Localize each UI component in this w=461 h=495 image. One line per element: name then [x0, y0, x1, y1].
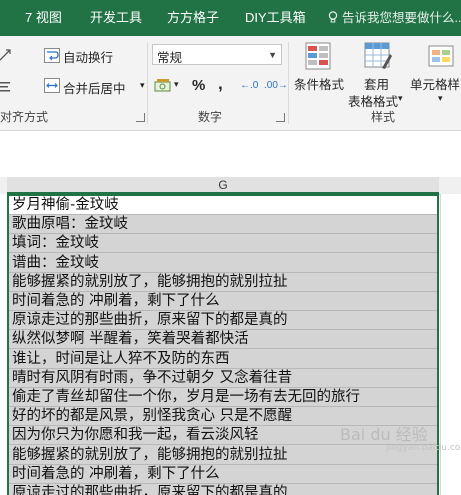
orientation-icon[interactable] — [0, 48, 14, 62]
cell[interactable]: 歌曲原唱：金玟岐 — [9, 215, 437, 235]
tell-me-text: 告诉我您想要做什么... — [342, 11, 461, 25]
divider — [147, 42, 148, 124]
wrap-text-button[interactable]: 自动换行 — [44, 46, 144, 66]
increase-decimal-button[interactable]: ←.0 — [240, 80, 258, 91]
tell-me-search[interactable]: 告诉我您想要做什么... — [328, 0, 461, 36]
accounting-format-button[interactable]: ▾ — [154, 76, 184, 96]
chevron-down-icon: ▾ — [398, 93, 403, 103]
merge-center-label: 合并后居中 — [63, 82, 126, 96]
wrap-text-label: 自动换行 — [63, 51, 114, 65]
chevron-down-icon: ▼ — [268, 50, 277, 60]
chevron-down-icon: ▾ — [438, 93, 443, 103]
watermark-sub: jingyan.baidu.com — [386, 443, 461, 453]
formula-bar-area — [0, 131, 461, 177]
merge-center-button[interactable]: 合并后居中 ▾ — [44, 76, 150, 96]
ribbon: 自动换行 合并后居中 ▾ 对齐方式 常规 ▼ ▾ % , ←.0 .00→ 数字 — [0, 36, 461, 131]
styles-group-label: 样式 — [371, 110, 396, 124]
wrap-text-icon — [44, 48, 60, 63]
comma-style-button[interactable]: , — [218, 74, 223, 94]
watermark-text: Bai du 经验 — [340, 425, 428, 444]
percent-style-button[interactable]: % — [192, 77, 205, 94]
cell[interactable]: 谁让，时间是让人猝不及防的东西 — [9, 350, 437, 369]
tab-view[interactable]: 7 视图 — [25, 0, 62, 36]
cell[interactable]: 时间着急的 冲刷着，剩下了什么 — [9, 292, 437, 311]
merge-dropdown-icon[interactable]: ▾ — [140, 80, 145, 91]
cell[interactable]: 纵然似梦啊 半醒着，笑着哭着都快活 — [9, 330, 437, 350]
conditional-formatting-icon — [305, 42, 331, 70]
tab-fangfang[interactable]: 方方格子 — [167, 0, 219, 36]
active-cell[interactable]: 岁月神偷-金玟岐 — [9, 196, 437, 215]
alignment-dialog-launcher-icon[interactable] — [136, 113, 145, 122]
column-header-g[interactable]: G — [7, 177, 439, 194]
lightbulb-icon — [328, 11, 338, 23]
divider — [288, 42, 289, 124]
cell[interactable]: 原谅走过的那些曲折，原来留下的都是真的 — [9, 484, 437, 495]
cell[interactable]: 时间着急的 冲刷着，剩下了什么 — [9, 465, 437, 484]
merge-cells-icon — [44, 78, 60, 93]
number-dialog-launcher-icon[interactable] — [276, 113, 285, 122]
accounting-dropdown-icon: ▾ — [174, 79, 179, 89]
align-icon[interactable] — [0, 80, 12, 94]
cell[interactable]: 谱曲：金玟岐 — [9, 254, 437, 273]
cell[interactable]: 原谅走过的那些曲折，原来留下的都是真的 — [9, 311, 437, 331]
decrease-decimal-button[interactable]: .00→ — [264, 80, 288, 91]
row-header-strip — [0, 194, 7, 495]
baidu-watermark: Bai du 经验 jingyan.baidu.com — [340, 421, 461, 453]
number-group-label: 数字 — [198, 110, 223, 124]
tab-developer[interactable]: 开发工具 — [90, 0, 142, 36]
alignment-group-label: 对齐方式 — [0, 110, 49, 124]
accounting-icon — [154, 79, 171, 92]
tab-diy-toolbox[interactable]: DIY工具箱 — [245, 0, 306, 36]
cell[interactable]: 填词：金玟岐 — [9, 234, 437, 254]
conditional-formatting-button[interactable]: 条件格式 — [292, 40, 346, 106]
cell-styles-button[interactable]: 单元格样 ▾ — [408, 40, 461, 106]
cell[interactable]: 偷走了青丝却留住一个你，岁月是一场有去无回的旅行 — [9, 388, 437, 407]
cell[interactable]: 晴时有风阴有时雨，争不过朝夕 又念着往昔 — [9, 369, 437, 388]
format-as-table-icon — [364, 42, 392, 69]
cell-styles-icon — [428, 45, 454, 67]
number-format-value: 常规 — [157, 51, 183, 65]
cell-styles-label: 单元格样 — [410, 78, 461, 92]
cell[interactable]: 能够握紧的就别放了，能够拥抱的就别拉扯 — [9, 273, 437, 292]
format-as-table-button[interactable]: 套用 表格格式 ▾ — [346, 40, 408, 109]
ribbon-tab-bar: 7 视图 开发工具 方方格子 DIY工具箱 告诉我您想要做什么... — [0, 0, 461, 36]
conditional-formatting-label: 条件格式 — [294, 78, 345, 92]
number-format-select[interactable]: 常规 ▼ — [152, 44, 282, 65]
